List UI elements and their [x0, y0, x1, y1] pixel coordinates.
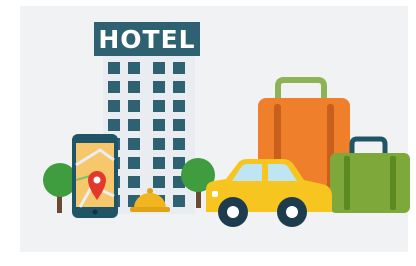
car-headlight — [212, 191, 218, 197]
tree-crown — [43, 163, 77, 197]
building-window — [153, 119, 165, 131]
car-wheel — [218, 197, 248, 227]
building-window — [153, 176, 165, 188]
building-window — [173, 81, 185, 93]
hotel-sign: HOTEL — [94, 22, 200, 56]
building-window — [128, 62, 140, 74]
suitcase-strap — [344, 156, 350, 210]
hotel-travel-illustration: HOTEL — [0, 0, 416, 266]
building-window — [153, 81, 165, 93]
building-window — [153, 138, 165, 150]
building-window — [173, 138, 185, 150]
suitcase-strap — [390, 156, 396, 210]
hotel-sign-text: HOTEL — [98, 25, 195, 54]
building-window — [128, 176, 140, 188]
building-window — [108, 119, 120, 131]
phone-home-button — [92, 209, 98, 215]
green-suitcase-body — [330, 153, 410, 213]
building-window — [108, 62, 120, 74]
building-window — [173, 119, 185, 131]
car-wheel — [277, 197, 307, 227]
building-window — [173, 195, 185, 207]
illustration-canvas: HOTEL — [20, 6, 410, 252]
building-window — [128, 81, 140, 93]
building-window — [128, 119, 140, 131]
building-window — [173, 62, 185, 74]
smartphone-map-icon — [72, 134, 118, 218]
building-window — [108, 81, 120, 93]
building-window — [153, 62, 165, 74]
building-window — [173, 100, 185, 112]
building-window — [128, 100, 140, 112]
building-window — [128, 157, 140, 169]
building-window — [108, 100, 120, 112]
building-window — [153, 100, 165, 112]
building-window — [128, 138, 140, 150]
building-window — [153, 157, 165, 169]
